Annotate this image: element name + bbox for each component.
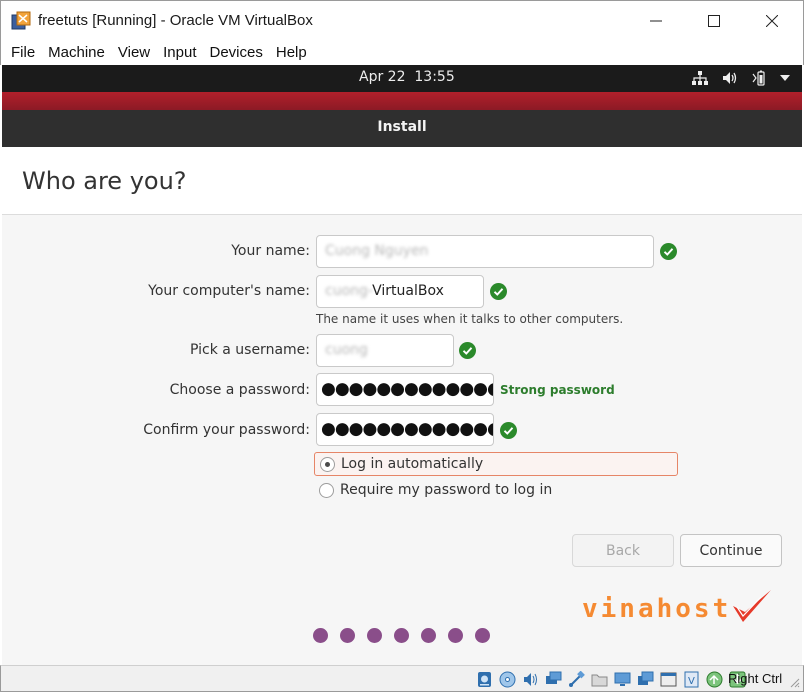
- check-icon: [660, 243, 677, 260]
- desktop-background: [2, 92, 802, 110]
- password-label: Choose a password:: [169, 382, 310, 398]
- menu-machine[interactable]: Machine: [42, 44, 111, 61]
- mouse-integration-icon[interactable]: [705, 670, 724, 688]
- progress-dot: [448, 628, 463, 643]
- confirm-password-input[interactable]: ●●●●●●●●●●●●●●: [316, 413, 494, 446]
- minimize-icon: [650, 20, 662, 22]
- page-title: Who are you?: [22, 167, 187, 195]
- progress-dot: [475, 628, 490, 643]
- progress-dot: [394, 628, 409, 643]
- minimize-button[interactable]: [627, 1, 685, 41]
- name-value: Cuong Nguyen: [325, 243, 429, 259]
- radio-dot: [325, 461, 330, 467]
- confirm-password-label: Confirm your password:: [143, 422, 310, 438]
- volume-icon: [723, 72, 737, 84]
- computer-name-input[interactable]: cuong-VirtualBox: [316, 275, 484, 308]
- vm-window-icon[interactable]: [659, 670, 678, 688]
- dropdown-arrow-icon: [780, 75, 790, 81]
- page-title-area: Who are you?: [2, 147, 802, 215]
- vinahost-watermark: vinahost: [582, 588, 773, 624]
- watermark-text: vinahost: [582, 594, 732, 624]
- progress-dot: [340, 628, 355, 643]
- menu-view[interactable]: View: [112, 44, 156, 61]
- menu-devices[interactable]: Devices: [204, 44, 269, 61]
- check-icon: [500, 422, 517, 439]
- progress-dots: [313, 628, 490, 643]
- checkmark-logo-icon: [733, 590, 772, 622]
- maximize-icon: [708, 15, 720, 27]
- recording-icon[interactable]: [636, 670, 655, 688]
- menu-input[interactable]: Input: [157, 44, 202, 61]
- password-input[interactable]: ●●●●●●●●●●●●●●: [316, 373, 494, 406]
- check-icon: [490, 283, 507, 300]
- username-label: Pick a username:: [189, 342, 310, 358]
- password-value: ●●●●●●●●●●●●●●: [321, 379, 493, 399]
- menu-bar: File Machine View Input Devices Help: [0, 40, 804, 65]
- system-tray[interactable]: [692, 70, 790, 86]
- menu-help[interactable]: Help: [270, 44, 313, 61]
- progress-dot: [313, 628, 328, 643]
- menu-file[interactable]: File: [5, 44, 41, 61]
- network-icon: [692, 71, 708, 85]
- confirm-password-value: ●●●●●●●●●●●●●●: [321, 419, 493, 439]
- clock[interactable]: Apr 22 13:55: [359, 69, 455, 85]
- close-icon: [766, 15, 778, 27]
- computer-name-hint: The name it uses when it talks to other …: [316, 312, 624, 326]
- radio-button-selected: [320, 456, 335, 472]
- radio-require-label: Require my password to log in: [340, 482, 553, 498]
- check-icon: [459, 342, 476, 359]
- installer-header: Install: [2, 110, 802, 147]
- vm-status-bar: V Right Ctrl: [0, 665, 804, 692]
- computer-name-label: Your computer's name:: [148, 283, 310, 299]
- name-label: Your name:: [231, 243, 310, 259]
- password-strength-label: Strong password: [500, 383, 615, 397]
- ubuntu-top-bar: Apr 22 13:55: [2, 65, 802, 92]
- resize-grip-icon[interactable]: [790, 678, 800, 688]
- usb-icon[interactable]: [567, 670, 586, 688]
- audio-icon[interactable]: [521, 670, 540, 688]
- radio-auto-label: Log in automatically: [341, 456, 484, 472]
- back-button[interactable]: Back: [572, 534, 674, 567]
- radio-require-password[interactable]: Require my password to log in: [319, 481, 552, 499]
- computer-name-blurred: cuong-: [325, 283, 373, 299]
- radio-log-in-automatically[interactable]: Log in automatically: [314, 452, 678, 476]
- installer-title: Install: [377, 119, 427, 135]
- window-titlebar: freetuts [Running] - Oracle VM VirtualBo…: [0, 0, 804, 40]
- window-title: freetuts [Running] - Oracle VM VirtualBo…: [38, 12, 313, 29]
- status-icons: V: [475, 670, 747, 688]
- hard-disk-icon[interactable]: [475, 670, 494, 688]
- capture-icon[interactable]: V: [682, 670, 701, 688]
- network-adapter-icon[interactable]: [544, 670, 563, 688]
- radio-button: [319, 482, 334, 498]
- continue-button[interactable]: Continue: [680, 534, 782, 567]
- host-key-label: Right Ctrl: [728, 671, 783, 686]
- close-button[interactable]: [743, 1, 801, 41]
- optical-drive-icon[interactable]: [498, 670, 517, 688]
- computer-name-suffix: VirtualBox: [372, 283, 444, 299]
- username-input[interactable]: cuong: [316, 334, 454, 367]
- virtualbox-logo-icon: [11, 11, 31, 30]
- display-icon[interactable]: [613, 670, 632, 688]
- name-input[interactable]: Cuong Nguyen: [316, 235, 654, 268]
- username-value: cuong: [325, 342, 368, 358]
- shared-folders-icon[interactable]: [590, 670, 609, 688]
- svg-text:V: V: [688, 676, 695, 687]
- maximize-button[interactable]: [685, 1, 743, 41]
- progress-dot: [367, 628, 382, 643]
- progress-dot: [421, 628, 436, 643]
- battery-icon: [752, 70, 765, 86]
